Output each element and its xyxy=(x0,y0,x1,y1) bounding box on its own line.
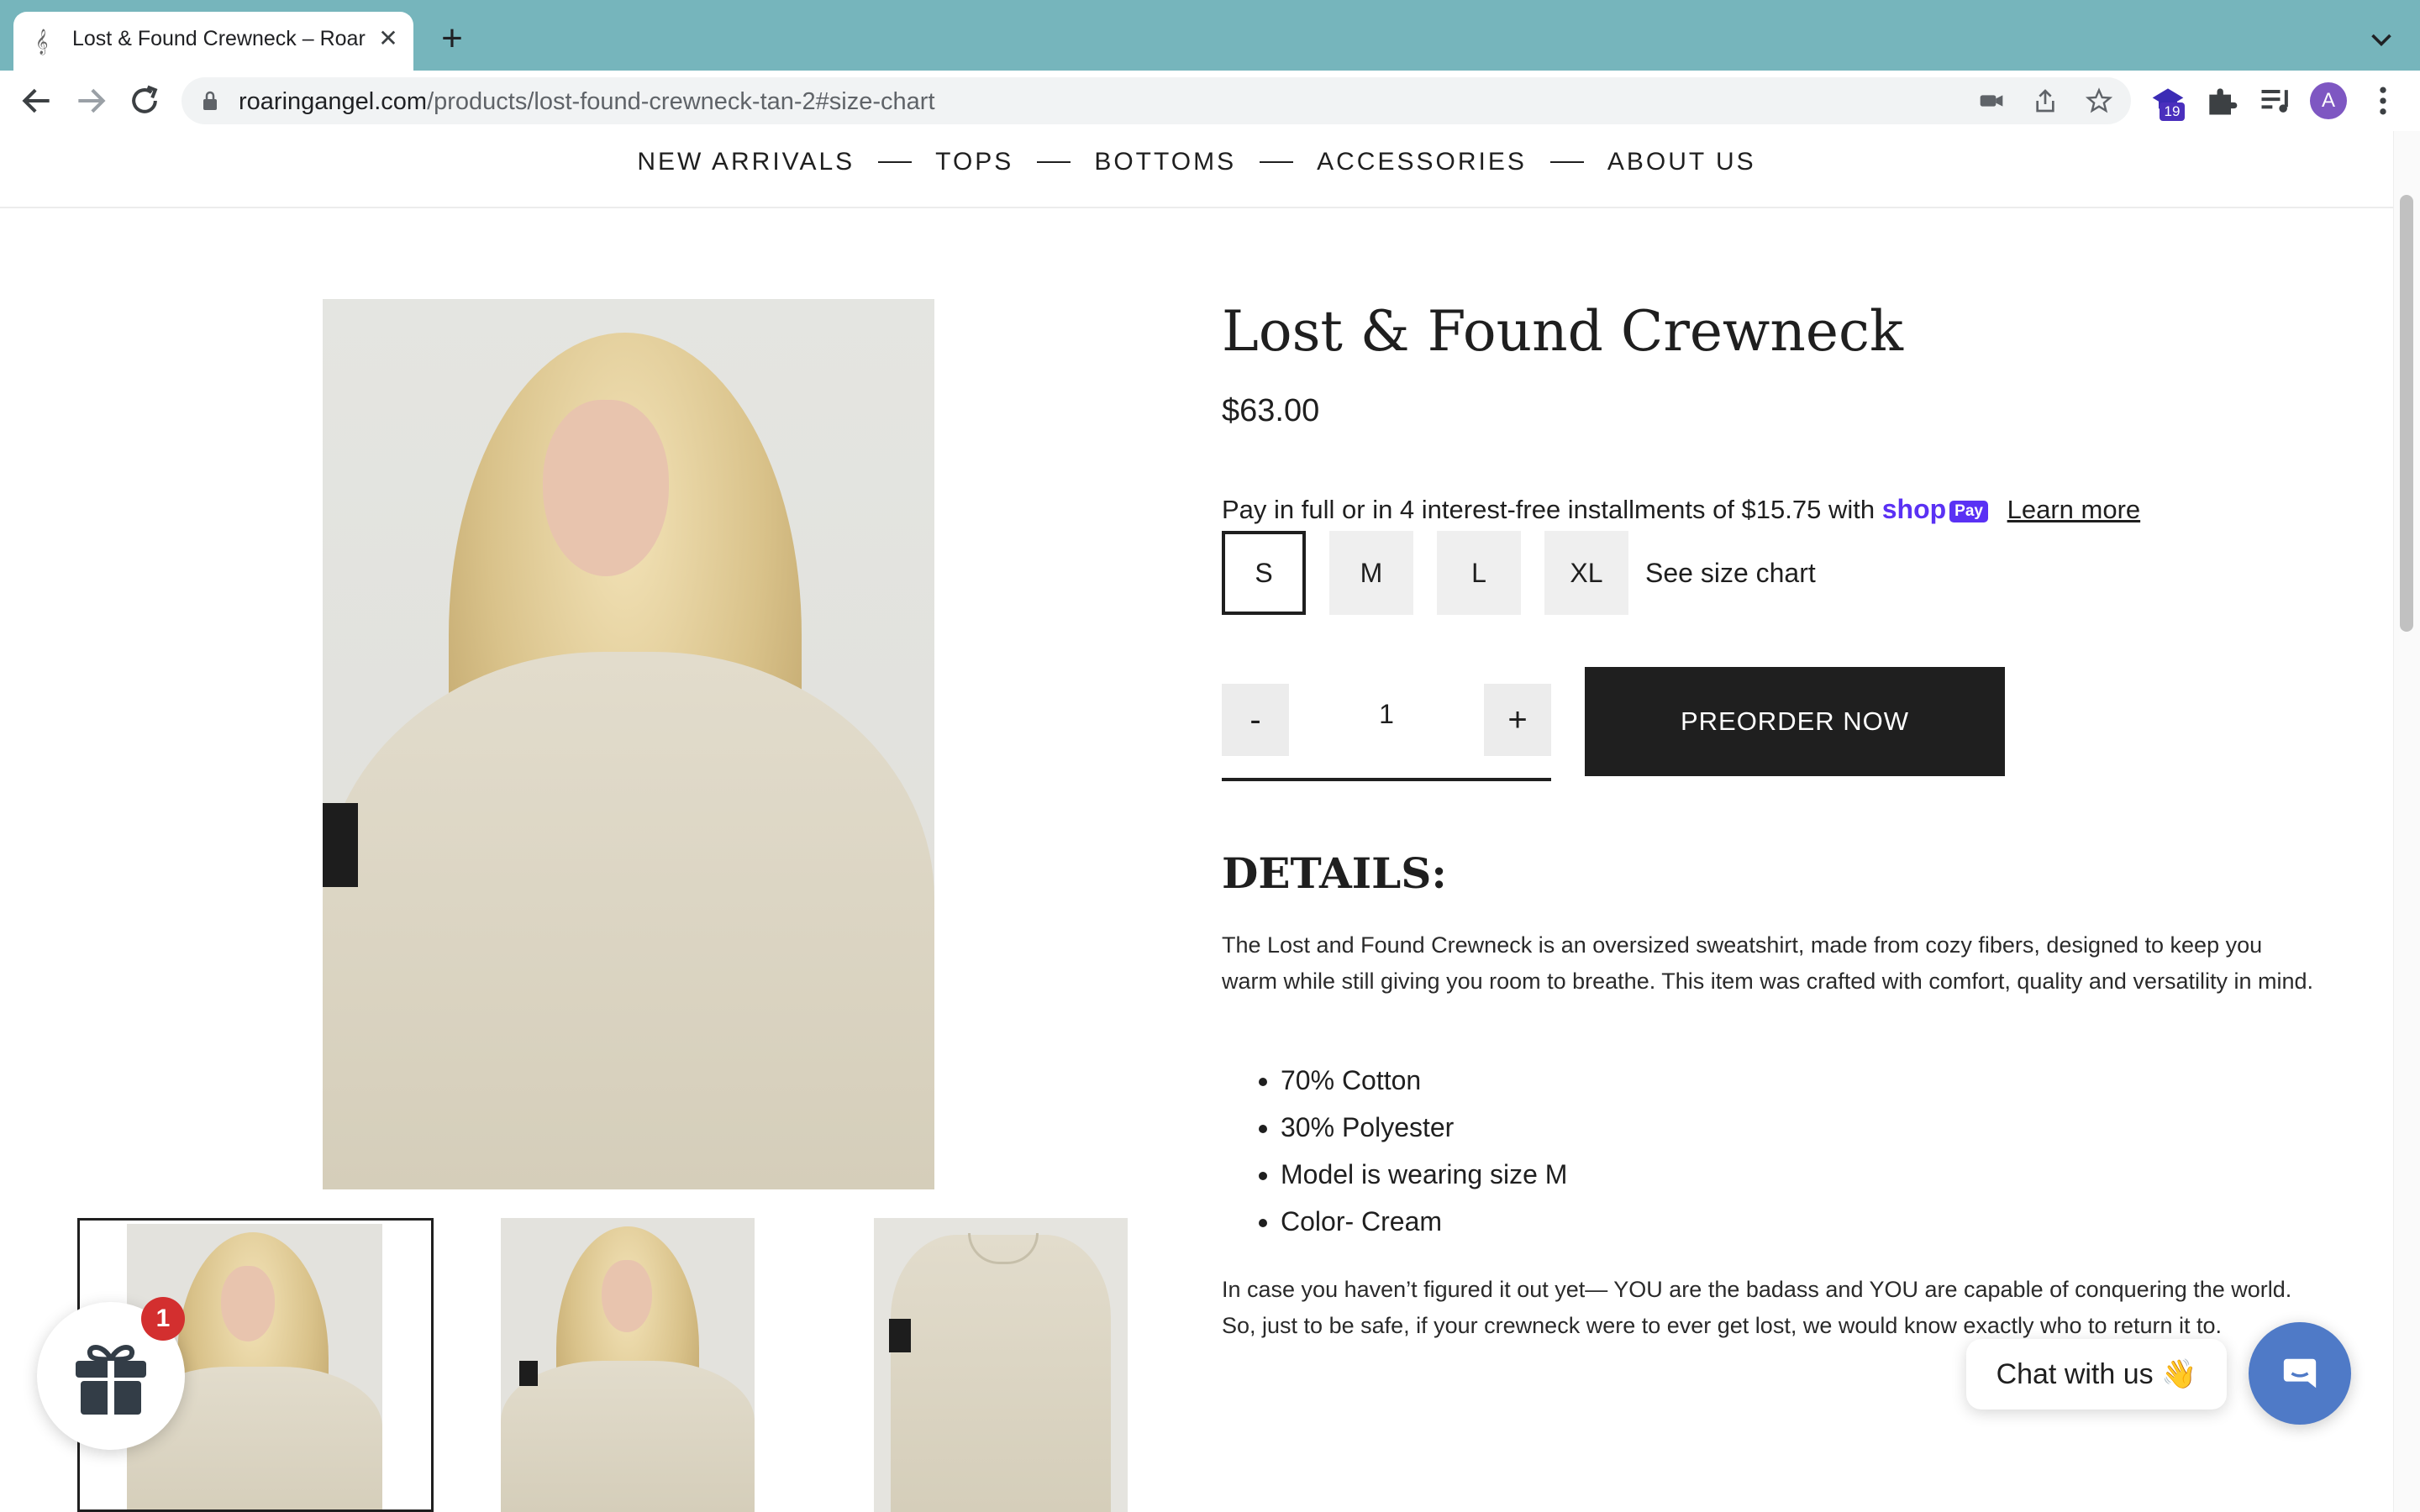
product-description: The Lost and Found Crewneck is an oversi… xyxy=(1222,932,2314,994)
nav-bottoms[interactable]: BOTTOMS xyxy=(1094,148,1236,176)
star-icon[interactable] xyxy=(2086,87,2112,114)
tab-close-icon[interactable]: ✕ xyxy=(373,24,403,54)
details-heading: DETAILS: xyxy=(1222,848,1447,898)
gift-icon xyxy=(76,1345,146,1415)
size-option-xl[interactable]: XL xyxy=(1544,531,1628,615)
product-main-image[interactable] xyxy=(323,299,934,1189)
nav-about-us[interactable]: ABOUT US xyxy=(1607,148,1756,176)
closing-paragraph: In case you haven’t figured it out yet— … xyxy=(1222,1277,2292,1338)
address-bar[interactable]: roaringangel.com/products/lost-found-cre… xyxy=(182,77,2131,124)
nav-separator xyxy=(1037,161,1071,163)
camera-off-icon[interactable] xyxy=(1978,87,2005,114)
size-chart-link[interactable]: See size chart xyxy=(1645,558,1816,589)
size-option-m[interactable]: M xyxy=(1329,531,1413,615)
preorder-button[interactable]: PREORDER NOW xyxy=(1585,667,2005,776)
chat-bubble-icon xyxy=(2283,1358,2317,1389)
product-title: Lost & Found Crewneck xyxy=(1222,299,1903,364)
site-navigation: NEW ARRIVALS TOPS BOTTOMS ACCESSORIES ABOUT … xyxy=(0,131,2393,208)
scrollbar-thumb[interactable] xyxy=(2400,195,2413,632)
new-tab-button[interactable]: + xyxy=(434,20,471,57)
back-arrow-icon[interactable] xyxy=(18,82,55,119)
product-price: $63.00 xyxy=(1222,393,1320,428)
list-item: 70% Cotton xyxy=(1281,1057,1567,1104)
media-list-icon[interactable] xyxy=(2257,82,2294,119)
product-thumbnail-2[interactable] xyxy=(501,1218,755,1512)
site-favicon-icon: 𝄞 xyxy=(35,29,49,54)
learn-more-link[interactable]: Learn more xyxy=(2007,495,2141,524)
profile-avatar[interactable]: A xyxy=(2310,82,2347,119)
quantity-input[interactable]: 1 xyxy=(1339,699,1434,730)
kebab-menu-icon[interactable] xyxy=(2365,82,2402,119)
reload-icon[interactable] xyxy=(126,82,163,119)
list-item: Model is wearing size M xyxy=(1281,1151,1567,1198)
tab-search-chevron-icon[interactable] xyxy=(2366,25,2396,55)
product-feature-list: 70% Cotton 30% Polyester Model is wearin… xyxy=(1222,1057,1567,1245)
quantity-decrease-button[interactable]: - xyxy=(1222,684,1289,756)
url-text[interactable]: roaringangel.com/products/lost-found-cre… xyxy=(239,88,935,116)
product-thumbnail-3[interactable] xyxy=(874,1218,1128,1512)
lock-icon xyxy=(203,91,217,110)
quantity-increase-button[interactable]: + xyxy=(1484,684,1551,756)
size-option-s[interactable]: S xyxy=(1222,531,1306,615)
nav-new-arrivals[interactable]: NEW ARRIVALS xyxy=(637,148,855,176)
nav-separator xyxy=(878,161,913,163)
nav-separator xyxy=(1549,161,1584,163)
chat-prompt[interactable]: Chat with us 👋 xyxy=(1966,1339,2227,1410)
extension-badge: 19 xyxy=(2160,102,2185,121)
share-icon[interactable] xyxy=(2032,87,2059,114)
browser-tab[interactable]: 𝄞 Lost & Found Crewneck – Roar ✕ xyxy=(13,12,413,71)
tab-title: Lost & Found Crewneck – Roar xyxy=(72,27,366,50)
tab-strip: 𝄞 Lost & Found Crewneck – Roar ✕ + xyxy=(0,0,2420,71)
list-item: 30% Polyester xyxy=(1281,1104,1567,1151)
installments-text: Pay in full or in 4 interest-free instal… xyxy=(1222,495,1876,524)
quantity-stepper: - 1 + xyxy=(1222,682,1551,781)
shop-pay-logo: shop xyxy=(1881,494,1947,524)
nav-accessories[interactable]: ACCESSORIES xyxy=(1317,148,1527,176)
gift-notification-badge: 1 xyxy=(141,1297,185,1341)
chat-launcher-button[interactable] xyxy=(2249,1322,2351,1425)
nav-separator xyxy=(1260,161,1294,163)
puzzle-icon[interactable] xyxy=(2203,82,2240,119)
forward-arrow-icon[interactable] xyxy=(72,82,109,119)
list-item: Color- Cream xyxy=(1281,1198,1567,1245)
size-option-l[interactable]: L xyxy=(1437,531,1521,615)
nav-tops[interactable]: TOPS xyxy=(935,148,1013,176)
shop-pay-pill: Pay xyxy=(1949,500,1988,522)
shop-pay-installments: Pay in full or in 4 interest-free instal… xyxy=(1222,494,2140,525)
